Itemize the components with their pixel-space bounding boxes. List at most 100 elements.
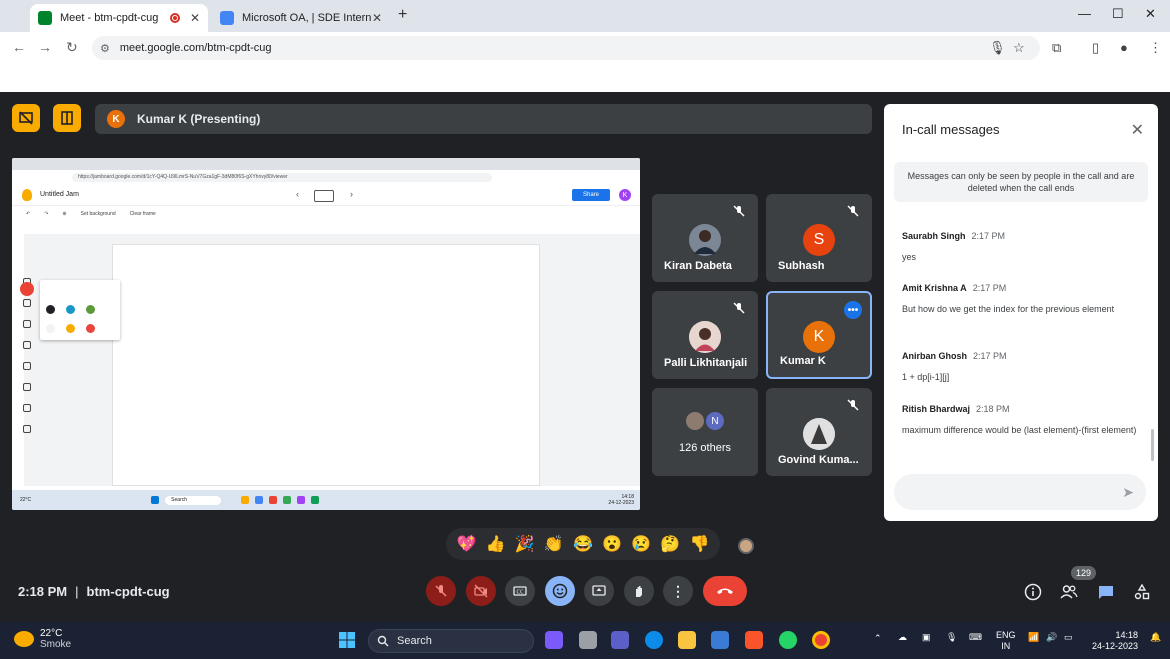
participant-tile[interactable]: Palli Likhitanjali (652, 291, 758, 379)
share-button: Share (572, 189, 610, 201)
language-indicator[interactable]: ENG IN (996, 630, 1016, 652)
meet-stage: K Kumar K (Presenting) https://jamboard.… (0, 92, 1170, 622)
chat-button[interactable] (1096, 582, 1116, 602)
raise-hand-button[interactable] (624, 576, 654, 606)
activities-button[interactable] (1132, 582, 1152, 602)
info-icon (1024, 583, 1042, 601)
reload-icon[interactable]: ↻ (66, 39, 78, 56)
app-tray-icon[interactable]: ▣ (922, 632, 931, 643)
whatsapp-icon[interactable] (779, 631, 797, 649)
layout-button[interactable] (53, 104, 81, 132)
reaction-sad[interactable]: 😢 (631, 534, 651, 554)
copilot-icon[interactable] (545, 631, 563, 649)
extensions-icon[interactable]: ⧉ (1052, 40, 1061, 56)
smiley-icon (552, 583, 568, 599)
site-info-icon[interactable]: ⚙ (100, 42, 110, 55)
leave-call-button[interactable] (703, 576, 747, 606)
maximize-icon[interactable]: ☐ (1112, 6, 1124, 22)
chat-icon (1099, 586, 1113, 599)
jam-tool-rail (18, 278, 36, 443)
show-hidden-icons-icon[interactable]: ⌃ (874, 633, 882, 644)
people-button[interactable] (1059, 582, 1079, 602)
search-label: Search (397, 635, 432, 647)
sender-name: Amit Krishna A (902, 283, 967, 293)
notifications-icon[interactable]: 🔔 (1150, 632, 1161, 643)
reaction-thinking[interactable]: 🤔 (660, 534, 680, 554)
bookmark-star-icon[interactable]: ☆ (1013, 40, 1025, 56)
tab-meet[interactable]: Meet - btm-cpdt-cug ✕ (30, 4, 208, 32)
jamboard-logo-icon (22, 188, 32, 201)
side-panel-icon[interactable]: ▯ (1092, 40, 1099, 56)
color-green (86, 305, 95, 314)
close-window-icon[interactable]: ✕ (1145, 6, 1156, 22)
jam-canvas (112, 244, 540, 486)
participant-tile[interactable]: ••• K Kumar K (766, 291, 872, 379)
more-options-icon[interactable]: ••• (844, 301, 862, 319)
chat-input[interactable]: ➤ (894, 474, 1146, 510)
volume-icon[interactable]: 🔊 (1046, 632, 1057, 643)
profile-icon[interactable]: ● (1120, 40, 1128, 55)
reaction-party[interactable]: 🎉 (515, 534, 535, 554)
message-text: yes (902, 252, 917, 262)
close-tab-icon[interactable]: ✕ (372, 11, 382, 25)
chat-scrollbar[interactable] (1151, 429, 1154, 461)
reaction-thumbs-up[interactable]: 👍 (486, 534, 506, 554)
minimize-icon[interactable]: — (1078, 6, 1091, 21)
microphone-tray-icon[interactable]: 🎙 (946, 632, 957, 643)
set-background-label: Set background (80, 211, 116, 217)
captions-button[interactable]: CC (505, 576, 535, 606)
windows-start-icon[interactable] (338, 631, 356, 649)
participant-tile[interactable]: S Subhash (766, 194, 872, 282)
keyboard-icon[interactable]: ⌨ (969, 632, 982, 643)
others-tile[interactable]: N 126 others (652, 388, 758, 476)
close-icon[interactable]: ✕ (1131, 120, 1144, 140)
brave-icon[interactable] (745, 631, 763, 649)
send-icon[interactable]: ➤ (1122, 484, 1134, 501)
zoom-icon: ⊕ (62, 211, 67, 217)
weather-widget[interactable]: 22°C Smoke (14, 628, 71, 650)
address-bar[interactable]: ⚙ meet.google.com/btm-cpdt-cug (92, 36, 1040, 60)
more-options-button[interactable]: ⋮ (663, 576, 693, 606)
participant-tile[interactable]: Govind Kuma... (766, 388, 872, 476)
taskbar-search[interactable]: Search (368, 629, 534, 653)
skin-tone-selector[interactable] (738, 538, 754, 554)
camera-toggle-button[interactable] (466, 576, 496, 606)
app-icon (241, 496, 250, 504)
reaction-laugh[interactable]: 😂 (573, 534, 593, 554)
layout-icon (61, 111, 73, 125)
tab-microsoft-oa[interactable]: Microsoft OA, | SDE Intern, | 24 ✕ (212, 4, 390, 32)
reaction-surprised[interactable]: 😮 (602, 534, 622, 554)
onedrive-icon[interactable]: ☁ (898, 632, 907, 643)
browser-chrome: Meet - btm-cpdt-cug ✕ Microsoft OA, | SD… (0, 0, 1170, 92)
battery-icon[interactable]: ▭ (1064, 632, 1073, 643)
meeting-details-button[interactable] (1023, 582, 1043, 602)
mic-toggle-button[interactable] (426, 576, 456, 606)
file-explorer-icon[interactable] (678, 631, 696, 649)
reaction-clap[interactable]: 👏 (544, 534, 564, 554)
menu-icon[interactable]: ⋮ (1149, 40, 1162, 56)
captions-off-button[interactable] (12, 104, 40, 132)
microphone-icon[interactable]: 🎙 (989, 40, 1006, 56)
task-view-icon[interactable] (579, 631, 597, 649)
color-red (86, 324, 95, 333)
plus-icon[interactable]: + (398, 6, 407, 24)
present-button[interactable] (584, 576, 614, 606)
chrome-icon[interactable] (812, 631, 830, 649)
shared-url: https://jamboard.google.com/d/1cY-Q4Q-U9… (72, 172, 492, 182)
close-tab-icon[interactable]: ✕ (190, 11, 200, 25)
teams-icon[interactable] (611, 631, 629, 649)
store-icon[interactable] (711, 631, 729, 649)
edge-icon[interactable] (645, 631, 663, 649)
mic-off-icon (435, 585, 447, 597)
back-icon[interactable]: ← (12, 39, 26, 55)
presenter-label: Kumar K (Presenting) (137, 112, 261, 126)
people-count-badge: 129 (1071, 566, 1097, 580)
presenter-banner: K Kumar K (Presenting) (95, 104, 872, 134)
wifi-icon[interactable]: 📶 (1028, 632, 1039, 643)
participant-tile[interactable]: Kiran Dabeta (652, 194, 758, 282)
reaction-heart[interactable]: 💖 (457, 534, 477, 554)
forward-icon[interactable]: → (38, 39, 52, 55)
clock[interactable]: 14:18 24-12-2023 (1088, 630, 1138, 652)
emoji-reaction-button[interactable] (545, 576, 575, 606)
reaction-thumbs-down[interactable]: 👎 (689, 534, 709, 554)
